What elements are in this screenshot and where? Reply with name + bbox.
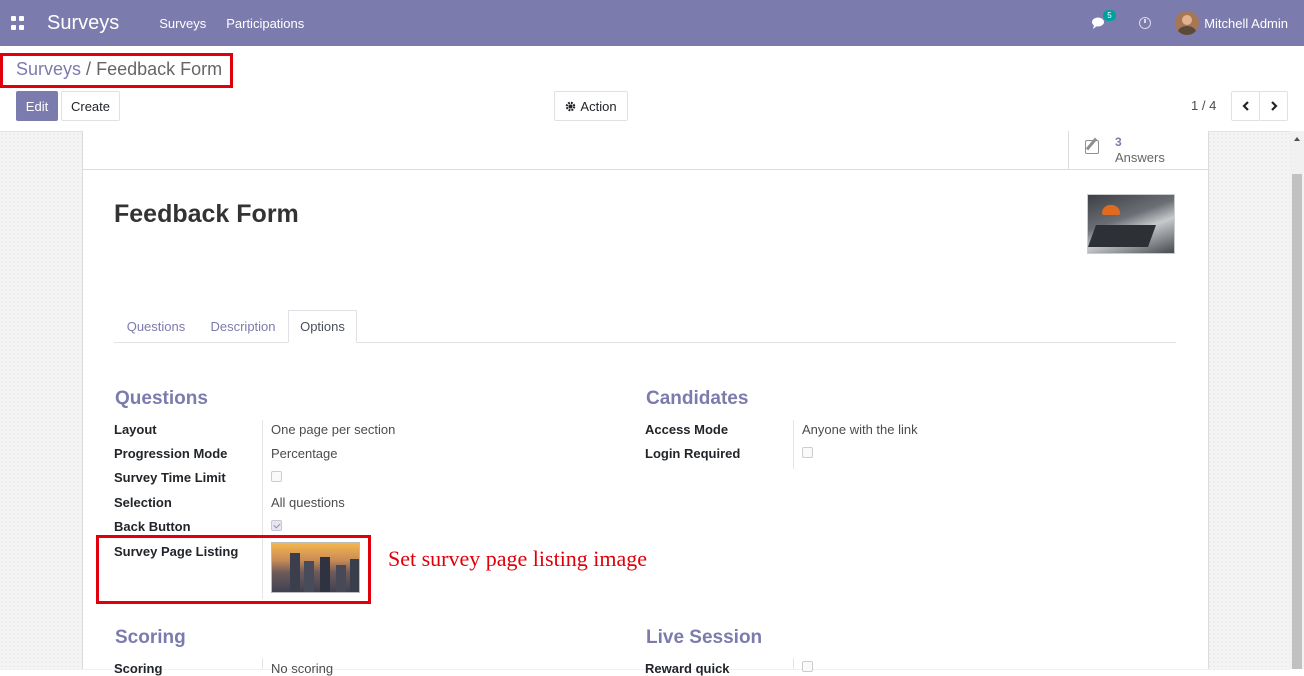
apps-menu-icon[interactable] bbox=[11, 16, 25, 30]
menu-item-surveys[interactable]: Surveys bbox=[159, 16, 206, 31]
pager-previous-button[interactable] bbox=[1231, 91, 1260, 121]
layout-value[interactable]: One page per section bbox=[271, 422, 395, 437]
menu-item-participations[interactable]: Participations bbox=[226, 16, 304, 31]
tab-questions[interactable]: Questions bbox=[114, 310, 198, 342]
scoring-section-title: Scoring bbox=[115, 627, 186, 648]
create-button[interactable]: Create bbox=[61, 91, 120, 121]
action-button[interactable]: Action bbox=[554, 91, 628, 121]
live-session-column-separator bbox=[793, 658, 794, 669]
chat-count-badge: 5 bbox=[1103, 10, 1116, 21]
progression-mode-value[interactable]: Percentage bbox=[271, 446, 338, 461]
selection-label: Selection bbox=[114, 495, 172, 510]
app-name: Surveys bbox=[47, 11, 120, 34]
breadcrumb-highlight-box bbox=[0, 53, 233, 88]
button-box: 3 Answers bbox=[83, 131, 1208, 170]
pager-value[interactable]: 1 / 4 bbox=[1191, 98, 1216, 113]
survey-time-limit-label: Survey Time Limit bbox=[114, 470, 226, 485]
answers-label: Answers bbox=[1115, 150, 1165, 165]
answers-stat-button[interactable]: 3 Answers bbox=[1068, 131, 1208, 169]
edit-pencil-icon bbox=[1085, 140, 1099, 154]
top-navbar: Surveys Surveys Participations 5 Mitchel… bbox=[0, 0, 1304, 46]
progression-mode-label: Progression Mode bbox=[114, 446, 228, 461]
scrollbar-thumb[interactable] bbox=[1292, 174, 1302, 669]
candidates-section-title: Candidates bbox=[646, 388, 749, 409]
answers-count: 3 bbox=[1115, 135, 1122, 149]
gear-icon bbox=[566, 101, 576, 111]
scroll-up-arrow-icon[interactable] bbox=[1294, 137, 1300, 141]
edit-button[interactable]: Edit bbox=[16, 91, 58, 121]
survey-time-limit-checkbox[interactable] bbox=[271, 471, 282, 482]
questions-section-title: Questions bbox=[115, 388, 208, 409]
layout-label: Layout bbox=[114, 422, 157, 437]
activity-clock-icon[interactable] bbox=[1139, 17, 1152, 29]
scoring-column-separator bbox=[262, 658, 263, 669]
tab-options[interactable]: Options bbox=[288, 310, 357, 343]
user-avatar[interactable] bbox=[1175, 11, 1200, 35]
chevron-right-icon bbox=[1270, 101, 1278, 111]
action-label: Action bbox=[580, 98, 617, 114]
survey-background-image[interactable] bbox=[1087, 194, 1175, 254]
vertical-scrollbar[interactable] bbox=[1290, 131, 1304, 669]
pager-next-button[interactable] bbox=[1259, 91, 1288, 121]
tab-description[interactable]: Description bbox=[198, 310, 288, 342]
chat-icon[interactable]: 5 bbox=[1091, 10, 1116, 30]
candidates-column-separator bbox=[793, 420, 794, 469]
login-required-label: Login Required bbox=[645, 446, 741, 461]
form-tabs: Questions Description Options bbox=[114, 310, 1176, 343]
survey-title: Feedback Form bbox=[114, 200, 299, 228]
chevron-left-icon bbox=[1241, 101, 1249, 111]
selection-value[interactable]: All questions bbox=[271, 495, 345, 510]
user-name[interactable]: Mitchell Admin bbox=[1204, 16, 1288, 31]
reward-quick-checkbox[interactable] bbox=[802, 661, 813, 672]
page-listing-highlight-box bbox=[96, 535, 371, 604]
access-mode-value[interactable]: Anyone with the link bbox=[802, 422, 918, 437]
back-button-checkbox[interactable] bbox=[271, 520, 282, 531]
access-mode-label: Access Mode bbox=[645, 422, 729, 437]
live-session-section-title: Live Session bbox=[646, 627, 763, 648]
login-required-checkbox[interactable] bbox=[802, 447, 813, 458]
back-button-label: Back Button bbox=[114, 519, 191, 534]
page-listing-annotation: Set survey page listing image bbox=[388, 546, 648, 571]
